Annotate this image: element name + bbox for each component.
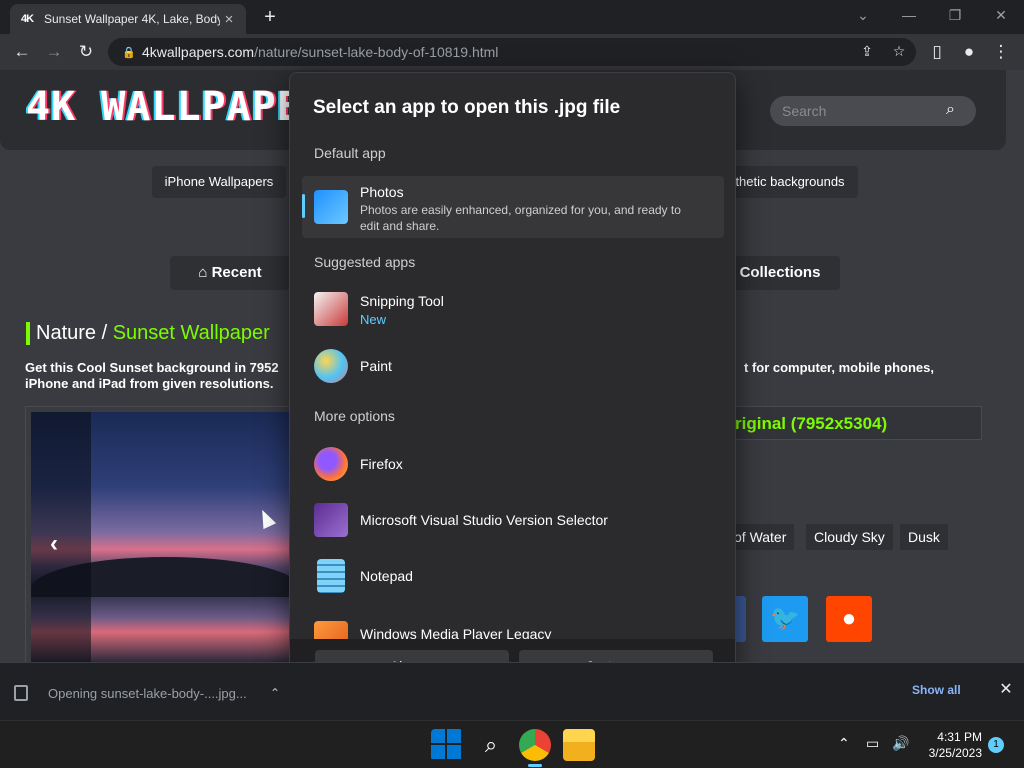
lock-icon: 🔒 (122, 46, 136, 59)
app-option-snipping-tool[interactable]: Snipping Tool New (302, 281, 724, 337)
app-name: Paint (360, 358, 392, 374)
app-option-notepad[interactable]: Notepad (302, 551, 724, 601)
app-option-photos[interactable]: Photos Photos are easily enhanced, organ… (302, 176, 724, 238)
network-icon[interactable]: ▭ (866, 735, 879, 752)
app-description: Photos are easily enhanced, organized fo… (360, 203, 681, 233)
bookmark-star-icon[interactable]: ☆ (888, 43, 910, 61)
category-aesthetic-backgrounds[interactable]: thetic backgrounds (722, 166, 858, 198)
app-name: Firefox (360, 456, 403, 472)
minimize-button[interactable]: — (886, 4, 932, 26)
start-windows-icon[interactable] (431, 729, 463, 761)
home-icon: ⌂ (198, 264, 212, 281)
taskbar: ⌕ ⌃ ▭ 🔊 4:31 PM 3/25/2023 1 (0, 720, 1024, 768)
category-iphone-wallpapers[interactable]: iPhone Wallpapers (152, 166, 286, 198)
back-button[interactable]: ← (9, 40, 35, 64)
clock-time: 4:31 PM (937, 730, 982, 744)
open-with-dialog: Select an app to open this .jpg file Def… (289, 72, 736, 694)
tag-body-of-water[interactable]: of Water (726, 524, 795, 550)
download-status-text: Opening sunset-lake-body-....jpg... (48, 685, 247, 701)
wallpaper-description: Get this Cool Sunset background in 7952 … (25, 360, 279, 391)
app-option-paint[interactable]: Paint (302, 341, 724, 391)
nav-collections[interactable]: Collections (720, 256, 840, 290)
browser-tab[interactable]: 4K Sunset Wallpaper 4K, Lake, Body × (10, 4, 246, 34)
clock-date: 3/25/2023 (928, 746, 982, 760)
app-name: Snipping Tool (360, 293, 444, 309)
suggested-apps-heading: Suggested apps (314, 254, 416, 270)
selection-indicator (302, 194, 305, 218)
site-favicon-icon: 4K (20, 13, 34, 25)
wallpaper-description-right: t for computer, mobile phones, (744, 360, 934, 375)
search-icon[interactable]: ⌕ (475, 729, 507, 761)
restore-button[interactable]: ❐ (932, 4, 978, 26)
nav-recent-label: Recent (211, 264, 262, 281)
reddit-share-icon[interactable]: ● (826, 596, 872, 642)
new-badge: New (360, 312, 387, 327)
volume-icon[interactable]: 🔊 (892, 735, 909, 752)
snipping-tool-icon (314, 292, 348, 326)
menu-kebab-icon[interactable]: ⋮ (988, 40, 1014, 64)
dialog-title: Select an app to open this .jpg file (313, 97, 621, 118)
breadcrumb-current: Sunset Wallpaper (112, 322, 270, 344)
app-name: Microsoft Visual Studio Version Selector (360, 512, 608, 528)
app-name: Notepad (360, 568, 413, 584)
breadcrumb: Nature / Sunset Wallpaper (26, 322, 270, 345)
file-explorer-icon[interactable] (563, 729, 595, 761)
tab-close-icon[interactable]: × (220, 11, 238, 28)
browser-toolbar: ← → ↻ 🔒 4kwallpapers.com /nature/sunset-… (0, 34, 1024, 70)
tab-title: Sunset Wallpaper 4K, Lake, Body (44, 12, 220, 26)
nav-recent[interactable]: ⌂ Recent (170, 256, 290, 290)
chevron-up-icon[interactable]: ⌃ (266, 686, 284, 700)
system-clock[interactable]: 4:31 PM 3/25/2023 (912, 729, 982, 761)
paint-icon (314, 349, 348, 383)
side-panel-icon[interactable]: ▯ (924, 40, 950, 64)
tab-search-chevron-icon[interactable]: ⌄ (840, 4, 886, 26)
address-bar[interactable]: 🔒 4kwallpapers.com /nature/sunset-lake-b… (108, 38, 916, 66)
default-app-heading: Default app (314, 145, 386, 161)
reload-button[interactable]: ↻ (73, 40, 99, 64)
active-app-indicator (528, 764, 542, 767)
tag-dusk[interactable]: Dusk (900, 524, 948, 550)
download-item[interactable]: Opening sunset-lake-body-....jpg... ⌃ (14, 681, 284, 705)
profile-icon[interactable]: ● (956, 40, 982, 64)
downloads-close-icon[interactable]: ✕ (996, 679, 1016, 699)
notification-badge[interactable]: 1 (988, 737, 1004, 753)
tray-chevron-up-icon[interactable]: ⌃ (838, 735, 850, 752)
show-all-link[interactable]: Show all (912, 683, 961, 697)
file-icon (14, 685, 28, 701)
notepad-icon (317, 559, 345, 593)
forward-button[interactable]: → (41, 40, 67, 64)
visual-studio-icon (314, 503, 348, 537)
more-options-heading: More options (314, 408, 395, 424)
new-tab-button[interactable]: + (258, 6, 282, 28)
window-close-button[interactable]: ✕ (978, 4, 1024, 26)
app-name: Photos (360, 184, 404, 200)
carousel-prev-chevron-icon[interactable]: ‹ (50, 530, 72, 557)
share-icon[interactable]: ⇪ (856, 43, 878, 61)
downloads-bar: Opening sunset-lake-body-....jpg... ⌃ Sh… (0, 662, 1024, 720)
url-path: /nature/sunset-lake-body-of-10819.html (254, 44, 499, 60)
app-option-firefox[interactable]: Firefox (302, 439, 724, 489)
photos-icon (314, 190, 348, 224)
tab-strip: 4K Sunset Wallpaper 4K, Lake, Body × + ⌄… (0, 0, 1024, 34)
download-original-button[interactable]: riginal (7952x5304) (700, 406, 982, 440)
search-icon[interactable]: ⌕ (946, 101, 968, 123)
chrome-icon[interactable] (519, 729, 551, 761)
firefox-icon (314, 447, 348, 481)
twitter-share-icon[interactable]: 🐦 (762, 596, 808, 642)
url-domain: 4kwallpapers.com (142, 44, 255, 60)
breadcrumb-root[interactable]: Nature / (36, 322, 107, 344)
app-option-visual-studio-selector[interactable]: Microsoft Visual Studio Version Selector (302, 495, 724, 545)
tag-cloudy-sky[interactable]: Cloudy Sky (806, 524, 893, 550)
